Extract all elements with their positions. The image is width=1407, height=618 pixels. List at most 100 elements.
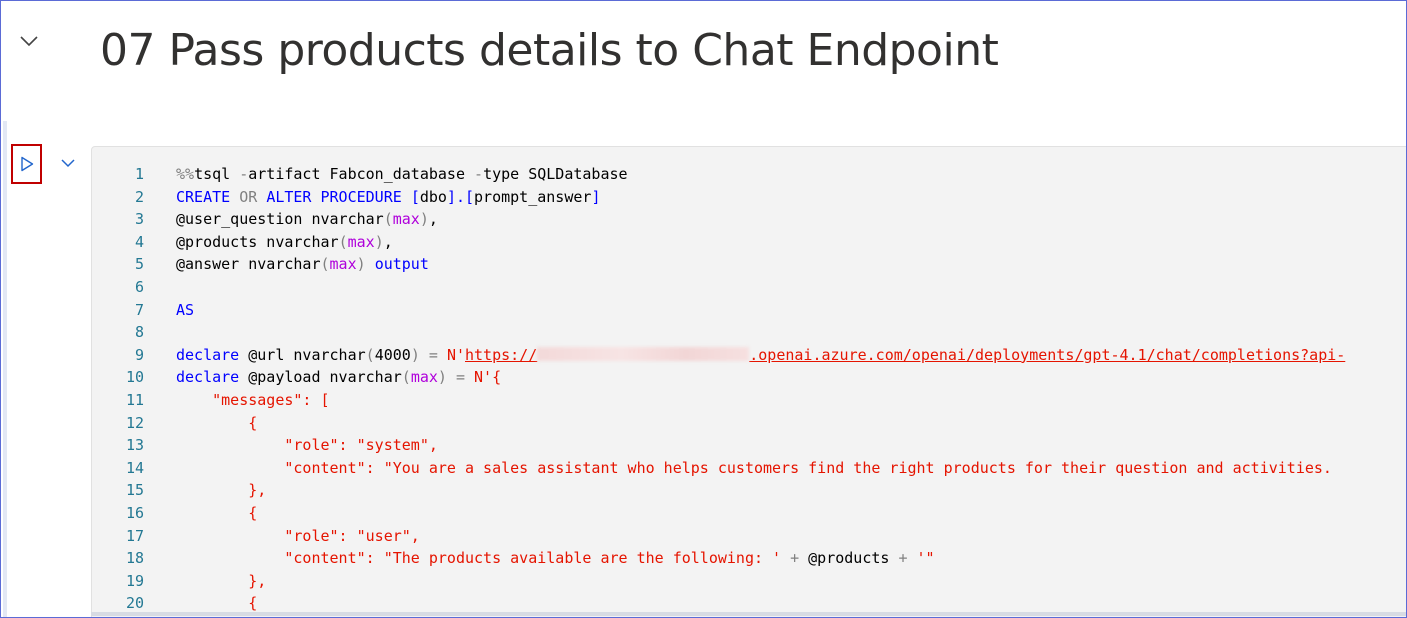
code-token: tsql: [194, 165, 240, 183]
code-token: -: [474, 165, 484, 183]
code-line: 6: [92, 276, 1406, 299]
code-token: +: [790, 549, 800, 568]
code-text: {: [176, 412, 257, 435]
code-token: max: [347, 232, 375, 251]
code-lines: 1 %%tsql -artifact Fabcon_database -type …: [92, 163, 1406, 617]
code-token: (: [383, 210, 393, 229]
code-line: 3 @user_question nvarchar(max),: [92, 208, 1406, 231]
code-text: "role": "system",: [176, 434, 438, 457]
code-token: =: [428, 345, 438, 364]
code-token: ].[: [446, 187, 475, 206]
line-number: 2: [134, 187, 144, 206]
code-line: 2 CREATE OR ALTER PROCEDURE [dbo].[prompt…: [92, 186, 1406, 209]
run-cell-button[interactable]: [11, 144, 42, 184]
code-token: (: [365, 345, 375, 364]
code-token: declare: [176, 345, 240, 364]
code-text: CREATE OR ALTER PROCEDURE [dbo].[prompt_…: [176, 186, 600, 209]
code-token: (: [320, 255, 330, 274]
code-line: 8: [92, 321, 1406, 344]
horizontal-scrollbar[interactable]: [91, 612, 1406, 616]
line-number: 15: [125, 481, 144, 500]
code-line: 16 {: [92, 502, 1406, 525]
code-text: @user_question nvarchar(max),: [176, 208, 438, 231]
code-text: @products nvarchar(max),: [176, 231, 393, 254]
code-token: output: [374, 255, 429, 274]
code-token: '": [916, 549, 935, 568]
code-token: CREATE: [176, 187, 231, 206]
code-text: },: [176, 479, 266, 502]
code-token: -: [239, 165, 249, 183]
code-text: declare @url nvarchar(4000) = N'https://…: [176, 344, 1345, 367]
code-token: %%: [176, 165, 195, 183]
code-token: },: [176, 481, 267, 500]
code-token: ): [410, 345, 420, 364]
code-text: AS: [176, 299, 194, 322]
code-token: .openai.azure.com/openai/deployments/gpt…: [749, 345, 1346, 364]
code-token: N'{: [474, 368, 502, 387]
code-token: (: [338, 232, 348, 251]
code-token: ,: [428, 210, 438, 229]
line-number: 1: [134, 165, 144, 183]
code-token: https://: [465, 345, 538, 364]
code-token: ,: [383, 232, 393, 251]
line-number: 6: [134, 277, 144, 296]
code-token: ]: [591, 187, 601, 206]
code-token: {: [176, 413, 258, 432]
line-number: 14: [125, 458, 144, 477]
code-text: "content": "The products available are t…: [176, 547, 935, 570]
code-token: =: [455, 368, 465, 387]
line-number: 17: [125, 526, 144, 545]
code-token: max: [329, 255, 357, 274]
code-token: (: [401, 368, 411, 387]
line-number: 9: [134, 345, 144, 364]
code-text: {: [176, 502, 257, 525]
play-icon: [20, 156, 33, 172]
line-number: 12: [125, 413, 144, 432]
line-number: 16: [125, 503, 144, 522]
code-token: @products nvarchar: [176, 232, 339, 251]
code-token: ): [437, 368, 447, 387]
code-line: 14 "content": "You are a sales assistant…: [92, 457, 1406, 480]
code-token: "content": "You are a sales assistant wh…: [176, 458, 1332, 477]
code-token: "content": "The products available are t…: [176, 549, 782, 568]
code-line: 9 declare @url nvarchar(4000) = N'https:/…: [92, 344, 1406, 367]
code-token: ): [419, 210, 429, 229]
line-number: 13: [125, 436, 144, 455]
line-number: 8: [134, 323, 144, 342]
code-token: ALTER PROCEDURE: [266, 187, 402, 206]
code-token: artifact Fabcon_database: [248, 165, 475, 183]
code-text: },: [176, 570, 266, 593]
code-token: },: [176, 571, 267, 590]
code-token: @products: [799, 549, 899, 568]
code-text: "messages": [: [176, 389, 329, 412]
code-token: @payload nvarchar: [239, 368, 402, 387]
code-token: +: [898, 549, 908, 568]
code-token: {: [176, 594, 258, 613]
code-token: max: [392, 210, 420, 229]
notebook-window: 07 Pass products details to Chat Endpoin…: [0, 0, 1407, 618]
line-number: 3: [134, 210, 144, 229]
code-token: OR: [239, 187, 258, 206]
line-number: 18: [125, 549, 144, 568]
markdown-collapse-button[interactable]: [15, 27, 43, 55]
code-cell-collapse-button[interactable]: [56, 151, 80, 175]
code-token: @answer nvarchar: [176, 255, 321, 274]
code-line: 17 "role": "user",: [92, 525, 1406, 548]
redacted-endpoint-name: [537, 346, 750, 361]
code-line: 11 "messages": [: [92, 389, 1406, 412]
code-line: 13 "role": "system",: [92, 434, 1406, 457]
chevron-down-icon: [20, 36, 38, 47]
code-text: declare @payload nvarchar(max) = N'{: [176, 366, 501, 389]
markdown-title: 07 Pass products details to Chat Endpoin…: [100, 25, 999, 76]
code-editor[interactable]: 1 %%tsql -artifact Fabcon_database -type …: [91, 146, 1406, 617]
code-token: prompt_answer: [474, 187, 592, 206]
code-token: ): [356, 255, 366, 274]
code-token: "role": "user",: [176, 526, 420, 545]
